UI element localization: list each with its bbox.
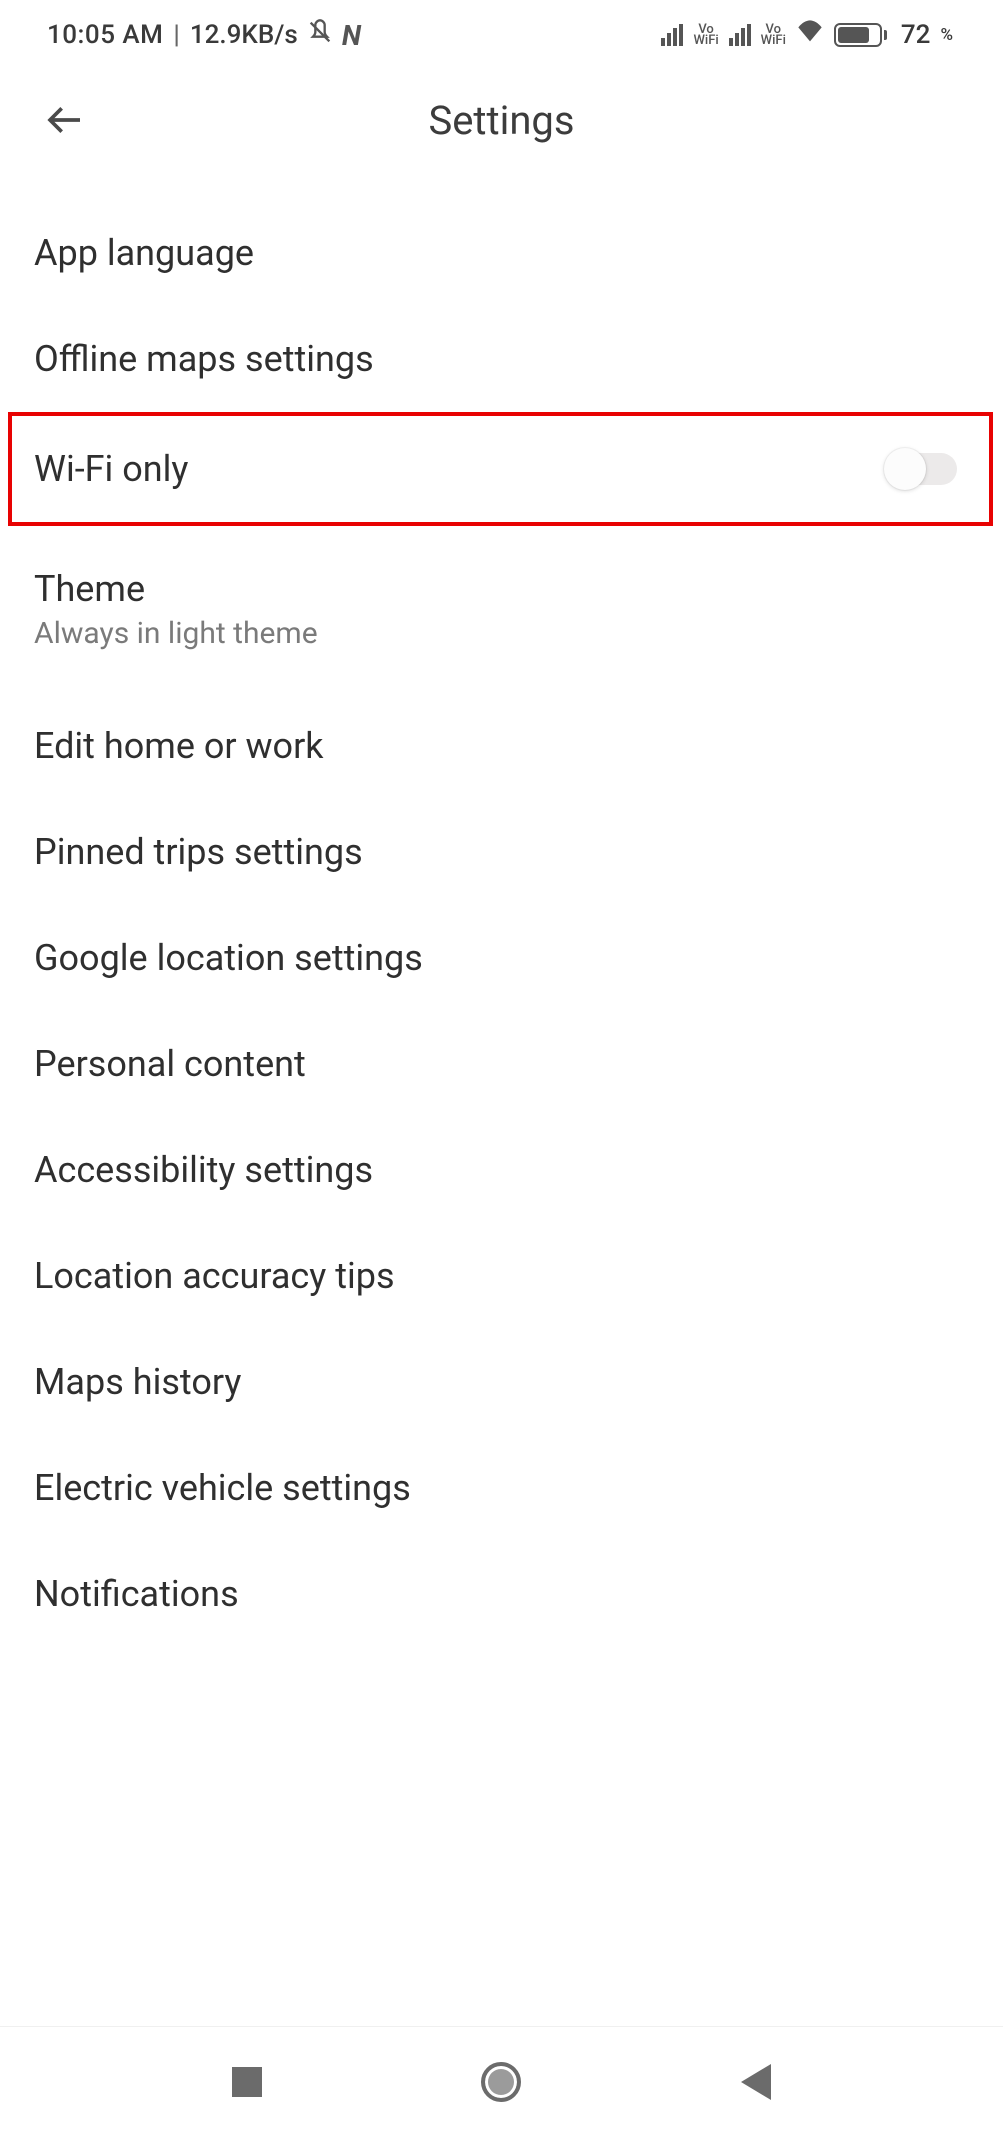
status-bar: 10:05 AM | 12.9KB/s N VoWiFi VoWiFi 72% [0, 0, 1003, 70]
item-label: Edit home or work [34, 725, 324, 767]
n-icon: N [342, 19, 361, 52]
android-navbar [0, 2026, 1003, 2136]
item-location-accuracy[interactable]: Location accuracy tips [0, 1223, 1003, 1329]
wifi-icon [796, 20, 824, 51]
item-app-language[interactable]: App language [0, 200, 1003, 306]
item-label: Personal content [34, 1043, 306, 1085]
item-maps-history[interactable]: Maps history [0, 1329, 1003, 1435]
square-icon [232, 2067, 262, 2097]
arrow-left-icon [45, 100, 85, 140]
item-google-location[interactable]: Google location settings [0, 905, 1003, 1011]
page-header: Settings [0, 70, 1003, 170]
item-edit-home-work[interactable]: Edit home or work [0, 683, 1003, 799]
item-label: Offline maps settings [34, 338, 374, 380]
signal-icon [661, 24, 683, 46]
item-label: App language [34, 232, 254, 274]
status-left: 10:05 AM | 12.9KB/s N [47, 18, 361, 53]
item-theme[interactable]: Theme Always in light theme [0, 526, 1003, 683]
back-nav-button[interactable] [731, 2057, 781, 2107]
wifi-only-toggle[interactable] [887, 453, 957, 485]
item-label: Theme [34, 568, 318, 610]
status-right: VoWiFi VoWiFi 72% [661, 20, 953, 51]
item-pinned-trips[interactable]: Pinned trips settings [0, 799, 1003, 905]
item-offline-maps[interactable]: Offline maps settings [0, 306, 1003, 412]
vowifi-icon-2: VoWiFi [761, 24, 786, 46]
battery-icon [834, 23, 887, 47]
status-data-rate: 12.9KB/s [190, 20, 298, 50]
page-title: Settings [428, 97, 574, 144]
vowifi-icon: VoWiFi [693, 24, 718, 46]
home-button[interactable] [476, 2057, 526, 2107]
toggle-thumb [884, 448, 926, 490]
mute-icon [306, 18, 334, 53]
item-sublabel: Always in light theme [34, 616, 318, 651]
item-label: Wi-Fi only [34, 448, 188, 490]
recents-button[interactable] [222, 2057, 272, 2107]
back-button[interactable] [40, 95, 90, 145]
item-notifications[interactable]: Notifications [0, 1541, 1003, 1647]
item-ev-settings[interactable]: Electric vehicle settings [0, 1435, 1003, 1541]
item-personal-content[interactable]: Personal content [0, 1011, 1003, 1117]
circle-icon [481, 2062, 521, 2102]
triangle-icon [741, 2064, 771, 2100]
battery-percent: 72 [901, 20, 931, 50]
item-label: Maps history [34, 1361, 241, 1403]
item-accessibility[interactable]: Accessibility settings [0, 1117, 1003, 1223]
status-divider: | [173, 20, 179, 50]
item-label: Notifications [34, 1573, 239, 1615]
battery-percent-symbol: % [940, 25, 953, 45]
item-label: Google location settings [34, 937, 423, 979]
settings-list: App language Offline maps settings Wi-Fi… [0, 170, 1003, 1647]
status-time: 10:05 AM [47, 20, 163, 50]
item-wifi-only[interactable]: Wi-Fi only [8, 412, 993, 526]
signal-icon-2 [729, 24, 751, 46]
item-label: Electric vehicle settings [34, 1467, 411, 1509]
item-label: Accessibility settings [34, 1149, 373, 1191]
item-label: Location accuracy tips [34, 1255, 395, 1297]
item-label: Pinned trips settings [34, 831, 363, 873]
